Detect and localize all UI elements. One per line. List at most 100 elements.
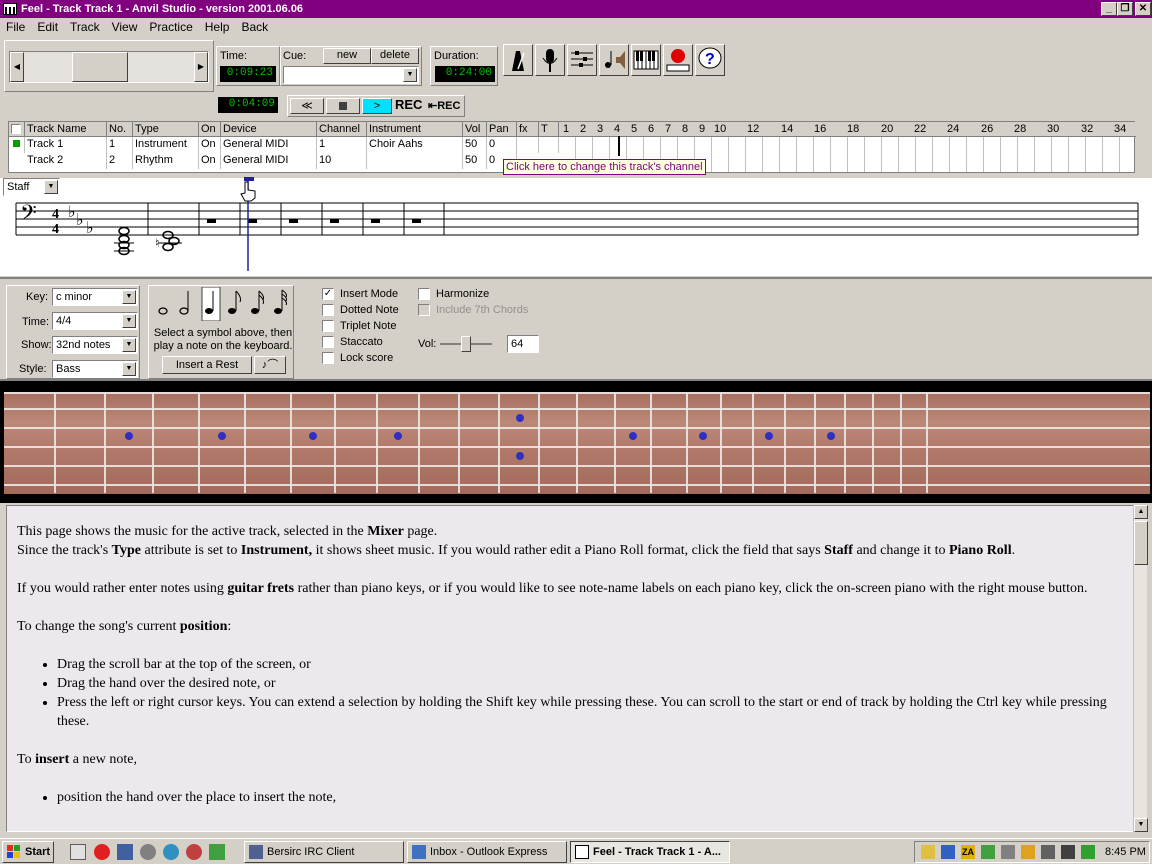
style-select[interactable]: Bass ▼ xyxy=(52,360,138,378)
col-fx[interactable]: fx xyxy=(517,122,539,137)
scroll-up-button[interactable]: ▲ xyxy=(1134,505,1148,519)
tray-icon[interactable] xyxy=(1061,845,1075,859)
tray-icon[interactable] xyxy=(1021,845,1035,859)
show-select[interactable]: 32nd notes ▼ xyxy=(52,336,138,354)
scroll-right-button[interactable]: ▶ xyxy=(194,52,208,82)
tray-icon[interactable] xyxy=(1001,845,1015,859)
col-on[interactable]: On xyxy=(199,122,221,137)
minimize-button[interactable]: _ xyxy=(1101,2,1117,16)
song-scrollbar[interactable]: ◀ ▶ xyxy=(9,51,209,83)
col-type[interactable]: Type xyxy=(133,122,199,137)
track-on-cell[interactable]: On xyxy=(199,137,221,153)
scroll-thumb[interactable] xyxy=(1134,521,1148,565)
stop-button[interactable] xyxy=(326,98,360,114)
scroll-down-button[interactable]: ▼ xyxy=(1134,818,1148,832)
music-staff[interactable]: 𝄢 4 4 ♭ ♭ ♭ ♮ xyxy=(0,175,1152,275)
track-vol-cell[interactable]: 50 xyxy=(463,137,487,153)
track-t-cell[interactable] xyxy=(539,137,559,153)
track-pan-cell[interactable]: 0 xyxy=(487,137,517,153)
triplet-note-option[interactable]: Triplet Note xyxy=(322,320,396,333)
task-anvil-studio[interactable]: Feel - Track Track 1 - A... xyxy=(570,841,730,863)
cue-delete-button[interactable]: delete xyxy=(371,48,419,64)
harmonize-option[interactable]: Harmonize xyxy=(418,288,489,301)
track-name-cell[interactable]: Track 2 xyxy=(25,153,107,169)
insert-mode-option[interactable]: ✓ Insert Mode xyxy=(322,288,398,301)
network-icon[interactable] xyxy=(117,844,133,860)
rewind-button[interactable]: ≪ xyxy=(290,98,324,114)
cue-new-button[interactable]: new xyxy=(323,48,371,64)
record-from-start-button[interactable]: ⇤REC xyxy=(428,99,460,112)
time-sig-select[interactable]: 4/4 ▼ xyxy=(52,312,138,330)
track-device-cell[interactable]: General MIDI xyxy=(221,137,317,153)
piano-icon[interactable] xyxy=(631,44,661,76)
start-button[interactable]: Start xyxy=(2,841,54,863)
track-on-cell[interactable]: On xyxy=(199,153,221,169)
metronome-icon[interactable] xyxy=(503,44,533,76)
col-instrument[interactable]: Instrument xyxy=(367,122,463,137)
close-button[interactable]: ✕ xyxy=(1135,2,1151,16)
help-scrollbar[interactable]: ▲ ▼ xyxy=(1133,505,1148,832)
menu-track[interactable]: Track xyxy=(64,20,106,34)
key-select[interactable]: c minor ▼ xyxy=(52,288,138,306)
clock[interactable]: 8:45 PM xyxy=(1105,846,1146,858)
track-fx-cell[interactable] xyxy=(517,137,539,153)
col-device[interactable]: Device xyxy=(221,122,317,137)
track-type-cell[interactable]: Rhythm xyxy=(133,153,199,169)
active-track-indicator[interactable] xyxy=(9,137,25,153)
vol-input[interactable]: 64 xyxy=(507,335,539,353)
dotted-note-option[interactable]: Dotted Note xyxy=(322,304,399,317)
track-channel-cell[interactable]: 10 xyxy=(317,153,367,169)
mixer-icon[interactable] xyxy=(567,44,597,76)
track-name-cell[interactable]: Track 1 xyxy=(25,137,107,153)
harmonize-checkbox[interactable] xyxy=(418,288,430,301)
track-channel-cell[interactable]: 1 xyxy=(317,137,367,153)
track-vol-cell[interactable]: 50 xyxy=(463,153,487,169)
staccato-checkbox[interactable] xyxy=(322,336,334,349)
col-pan[interactable]: Pan xyxy=(487,122,517,137)
tray-icon[interactable] xyxy=(1041,845,1055,859)
media-icon[interactable] xyxy=(140,844,156,860)
dotted-note-checkbox[interactable] xyxy=(322,304,334,317)
col-no[interactable]: No. xyxy=(107,122,133,137)
microphone-icon[interactable] xyxy=(535,44,565,76)
show-desktop-icon[interactable] xyxy=(70,844,86,860)
menu-file[interactable]: File xyxy=(0,20,31,34)
col-channel[interactable]: Channel xyxy=(317,122,367,137)
opera-icon[interactable] xyxy=(94,844,110,860)
track-device-cell[interactable]: General MIDI xyxy=(221,153,317,169)
scroll-left-button[interactable]: ◀ xyxy=(10,52,24,82)
task-outlook[interactable]: Inbox - Outlook Express xyxy=(407,841,567,863)
menu-help[interactable]: Help xyxy=(199,20,236,34)
col-vol[interactable]: Vol xyxy=(463,122,487,137)
task-bersirc[interactable]: Bersirc IRC Client xyxy=(244,841,404,863)
scroll-thumb[interactable] xyxy=(72,52,128,82)
app-icon[interactable] xyxy=(186,844,202,860)
tie-note-button[interactable]: ♪⌒ xyxy=(254,356,286,374)
menu-edit[interactable]: Edit xyxy=(31,20,64,34)
select-all-checkbox[interactable] xyxy=(9,122,25,137)
insert-rest-button[interactable]: Insert a Rest xyxy=(162,356,252,374)
track-type-cell[interactable]: Instrument xyxy=(133,137,199,153)
tray-icon[interactable] xyxy=(1081,845,1095,859)
lock-score-checkbox[interactable] xyxy=(322,352,334,365)
record-button[interactable]: REC xyxy=(395,97,422,112)
menu-view[interactable]: View xyxy=(106,20,144,34)
track-instrument-cell[interactable] xyxy=(367,153,463,169)
staccato-option[interactable]: Staccato xyxy=(322,336,383,349)
menu-practice[interactable]: Practice xyxy=(143,20,198,34)
tray-icon[interactable] xyxy=(981,845,995,859)
tray-icon[interactable] xyxy=(941,845,955,859)
cue-select[interactable]: ▼ xyxy=(283,66,419,84)
browser-icon[interactable] xyxy=(163,844,179,860)
messenger-icon[interactable] xyxy=(209,844,225,860)
help-icon[interactable]: ? xyxy=(695,44,725,76)
lock-score-option[interactable]: Lock score xyxy=(322,352,393,365)
record-icon[interactable] xyxy=(663,44,693,76)
play-button[interactable]: > xyxy=(362,98,392,114)
col-t[interactable]: T xyxy=(539,122,559,137)
maximize-button[interactable]: ❐ xyxy=(1117,2,1133,16)
notes-speaker-icon[interactable] xyxy=(599,44,629,76)
insert-mode-checkbox[interactable]: ✓ xyxy=(322,288,334,301)
volume-icon[interactable] xyxy=(921,845,935,859)
menu-back[interactable]: Back xyxy=(235,20,274,34)
